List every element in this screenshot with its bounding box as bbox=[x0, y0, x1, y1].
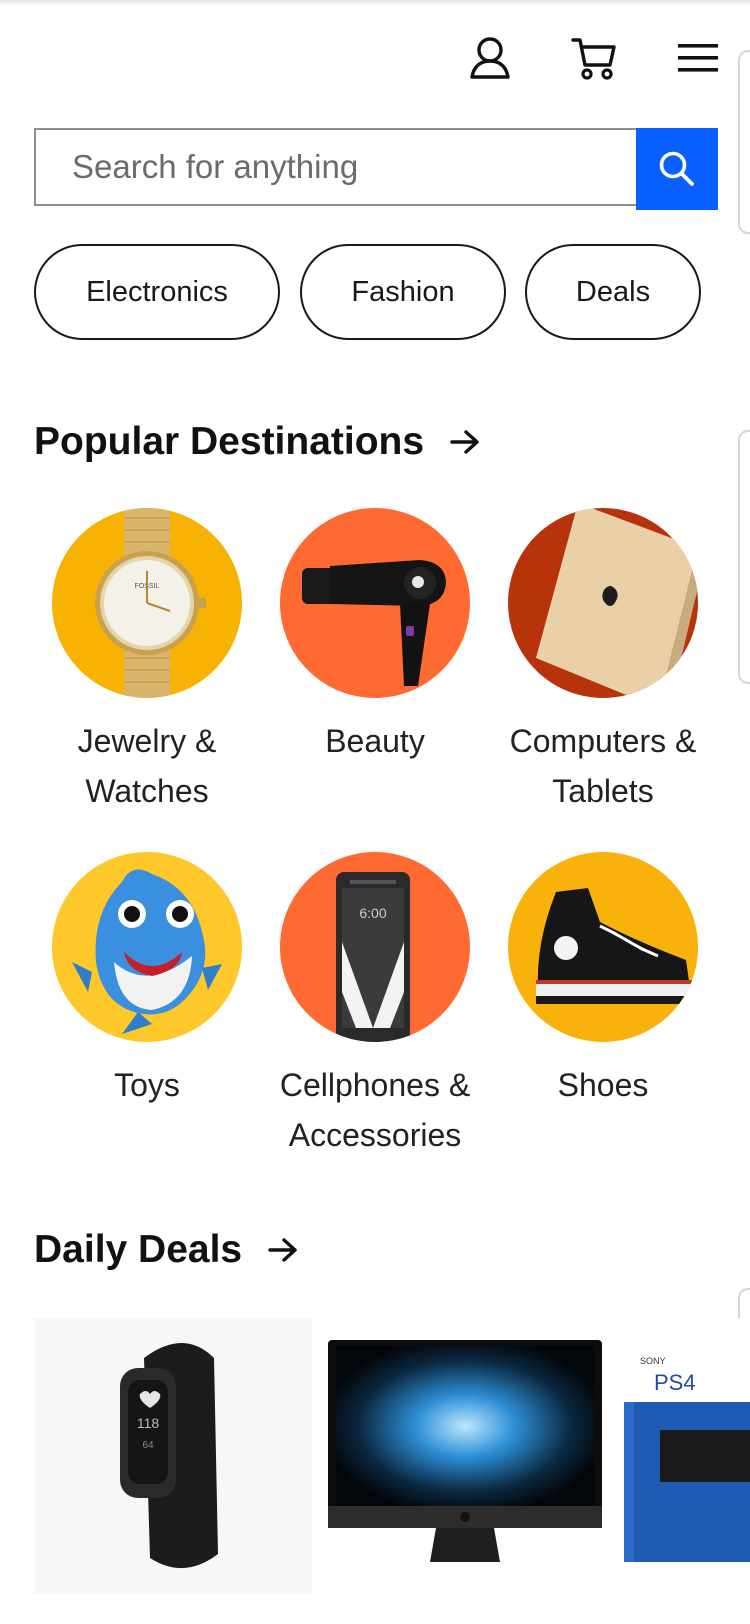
destination-cellphones-accessories[interactable]: 6:00 Cellphones & Accessories bbox=[261, 852, 489, 1160]
smartphone-image: 6:00 bbox=[280, 852, 470, 1042]
destination-label: Shoes bbox=[557, 1067, 649, 1103]
hamburger-menu-icon bbox=[678, 44, 718, 72]
person-outline-icon bbox=[470, 37, 510, 79]
search-input[interactable] bbox=[34, 128, 636, 206]
arrow-right-icon bbox=[268, 1237, 298, 1263]
section-title: Daily Deals bbox=[34, 1228, 243, 1271]
deal-card[interactable]: SONY PS4 bbox=[620, 1318, 750, 1594]
fitness-tracker-image: 118 64 bbox=[120, 1343, 218, 1569]
destination-jewelry-watches[interactable]: FOSSIL Jewelry &Watches bbox=[33, 508, 261, 816]
deal-card[interactable]: 118 64 bbox=[34, 1318, 312, 1594]
plush-shark-image bbox=[52, 852, 242, 1042]
daily-deals-header[interactable]: Daily Deals bbox=[34, 1228, 298, 1272]
popular-destinations-header[interactable]: Popular Destinations bbox=[34, 420, 480, 464]
search-bar bbox=[34, 128, 718, 210]
destination-shoes[interactable]: Shoes bbox=[489, 852, 717, 1110]
destination-label: Jewelry & Watches bbox=[77, 723, 217, 809]
svg-text:6:00: 6:00 bbox=[359, 905, 386, 921]
search-button[interactable] bbox=[636, 128, 718, 210]
pill-deals[interactable]: Deals bbox=[525, 244, 701, 340]
top-bar bbox=[0, 0, 750, 120]
gold-watch-image: FOSSIL bbox=[52, 508, 242, 698]
destination-label: Toys bbox=[114, 1067, 180, 1103]
section-title: Popular Destinations bbox=[34, 420, 425, 463]
svg-text:118: 118 bbox=[137, 1415, 160, 1431]
destination-label: Beauty bbox=[325, 723, 425, 759]
deal-card[interactable] bbox=[326, 1318, 604, 1594]
destination-label: Computers & Tablets bbox=[509, 723, 697, 809]
svg-text:SONY: SONY bbox=[640, 1356, 666, 1366]
destination-toys[interactable]: Toys bbox=[33, 852, 261, 1110]
arrow-right-icon bbox=[450, 429, 480, 455]
destination-beauty[interactable]: Beauty bbox=[261, 508, 489, 766]
svg-text:64: 64 bbox=[142, 1440, 154, 1451]
shopping-cart-icon bbox=[571, 38, 616, 80]
game-console-box-image: SONY PS4 bbox=[624, 1346, 750, 1562]
cart-button[interactable] bbox=[570, 34, 618, 82]
hair-dryer-image bbox=[280, 508, 470, 698]
edge-panel-handle[interactable] bbox=[738, 430, 750, 684]
high-top-sneaker-image bbox=[508, 852, 698, 1042]
account-button[interactable] bbox=[466, 34, 514, 82]
destination-label: Cellphones & Accessories bbox=[279, 1067, 471, 1153]
desktop-monitor-image bbox=[328, 1340, 602, 1562]
pill-fashion[interactable]: Fashion bbox=[300, 244, 506, 340]
laptop-image bbox=[508, 508, 698, 698]
menu-button[interactable] bbox=[674, 34, 722, 82]
pill-electronics[interactable]: Electronics bbox=[34, 244, 280, 340]
svg-text:PS4: PS4 bbox=[654, 1370, 696, 1395]
search-icon bbox=[659, 151, 694, 186]
destination-computers-tablets[interactable]: Computers & Tablets bbox=[489, 508, 717, 816]
